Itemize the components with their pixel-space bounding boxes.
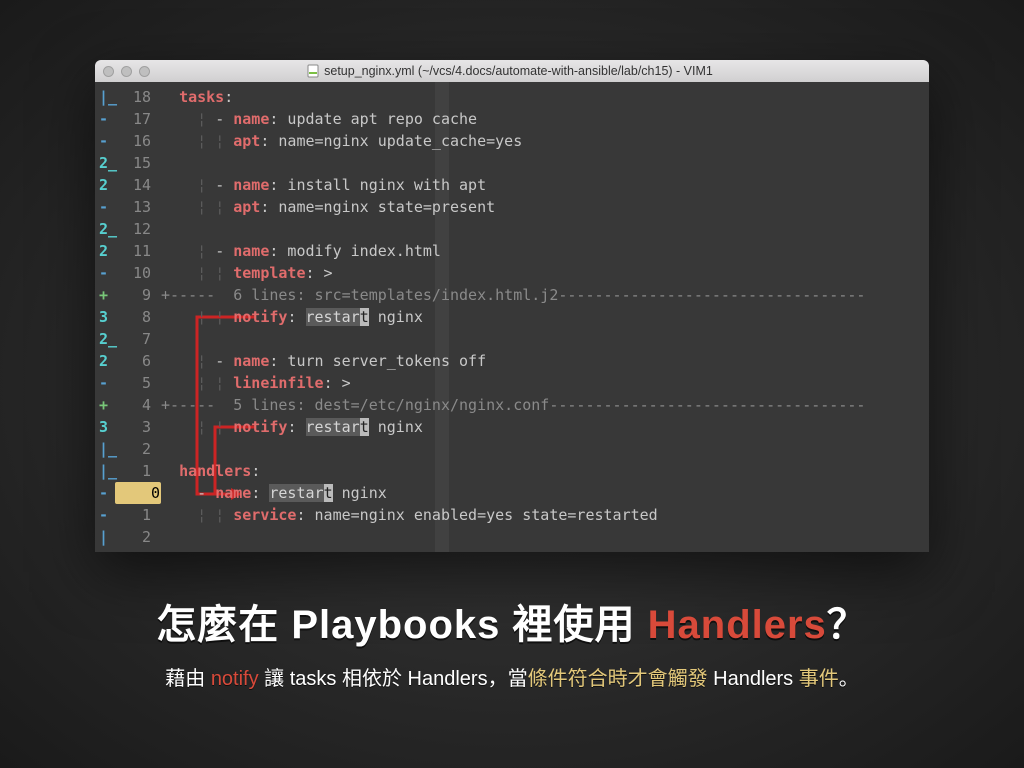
code-line[interactable]: 2_7 [95, 328, 929, 350]
code-line[interactable]: |_2 [95, 438, 929, 460]
heading-post: ？ [827, 603, 868, 647]
heading-highlight: Handlers [648, 603, 827, 647]
sub-notify: notify [211, 668, 259, 690]
zoom-icon[interactable] [139, 66, 150, 77]
code-line[interactable]: -5 ¦ ¦ lineinfile: > [95, 372, 929, 394]
code-line[interactable]: -16 ¦ ¦ apt: name=nginx update_cache=yes [95, 130, 929, 152]
sub-event: 事件 [799, 668, 839, 690]
minimize-icon[interactable] [121, 66, 132, 77]
code-line[interactable]: 26 ¦ - name: turn server_tokens off [95, 350, 929, 372]
code-line[interactable]: -0 - name: restart nginx [95, 482, 929, 504]
window-titlebar[interactable]: setup_nginx.yml (~/vcs/4.docs/automate-w… [95, 60, 929, 82]
slide-subtitle: 藉由 notify 讓 tasks 相依於 Handlers，當條件符合時才會觸… [0, 662, 1024, 691]
code-line[interactable]: +9+----- 6 lines: src=templates/index.ht… [95, 284, 929, 306]
window-title-text: setup_nginx.yml (~/vcs/4.docs/automate-w… [324, 64, 713, 78]
code-line[interactable]: -17 ¦ - name: update apt repo cache [95, 108, 929, 130]
code-line[interactable]: +4+----- 5 lines: dest=/etc/nginx/nginx.… [95, 394, 929, 416]
code-line[interactable]: 214 ¦ - name: install nginx with apt [95, 174, 929, 196]
code-line[interactable]: 2_15 [95, 152, 929, 174]
window-traffic-lights[interactable] [103, 66, 150, 77]
close-icon[interactable] [103, 66, 114, 77]
code-line[interactable]: |_1 handlers: [95, 460, 929, 482]
sub-condition: 條件符合時才會觸發 [528, 668, 708, 690]
code-line[interactable]: -10 ¦ ¦ template: > [95, 262, 929, 284]
code-line[interactable]: |2 [95, 526, 929, 548]
slide-heading: 怎麼在 Playbooks 裡使用 Handlers？ [0, 592, 1024, 650]
code-line[interactable]: 33 ¦ ¦ notify: restart nginx [95, 416, 929, 438]
code-line[interactable]: 38 ¦ ¦ notify: restart nginx [95, 306, 929, 328]
vim-window: setup_nginx.yml (~/vcs/4.docs/automate-w… [95, 60, 929, 552]
editor-pane[interactable]: |_18 tasks:-17 ¦ - name: update apt repo… [95, 82, 929, 552]
code-line[interactable]: -1 ¦ ¦ service: name=nginx enabled=yes s… [95, 504, 929, 526]
heading-pre: 怎麼在 Playbooks 裡使用 [156, 603, 647, 647]
code-line[interactable]: 2_12 [95, 218, 929, 240]
code-line[interactable]: -13 ¦ ¦ apt: name=nginx state=present [95, 196, 929, 218]
code-line[interactable]: |_18 tasks: [95, 86, 929, 108]
code-line[interactable]: 211 ¦ - name: modify index.html [95, 240, 929, 262]
window-title: setup_nginx.yml (~/vcs/4.docs/automate-w… [150, 64, 869, 79]
file-icon [306, 64, 320, 78]
